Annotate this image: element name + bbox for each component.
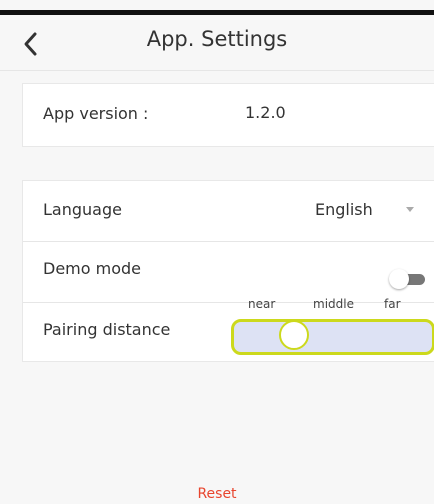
demo-mode-row: Demo mode [23, 242, 434, 303]
app-version-value: 1.2.0 [245, 103, 286, 122]
tick-near: near [248, 297, 276, 311]
language-select[interactable]: English [315, 200, 373, 219]
pairing-distance-label: Pairing distance [43, 320, 171, 339]
slider-handle[interactable] [279, 320, 309, 350]
app-version-row: App version : 1.2.0 [23, 84, 434, 146]
settings-card: Language English Demo mode Pairing dista… [22, 180, 434, 362]
chevron-down-icon [406, 207, 414, 212]
toggle-knob [389, 269, 409, 289]
nav-bar: App. Settings [0, 15, 434, 71]
page-title: App. Settings [146, 27, 288, 51]
reset-button[interactable]: Reset [0, 486, 434, 502]
language-label: Language [43, 200, 122, 219]
demo-mode-toggle[interactable] [389, 269, 427, 289]
tick-middle: middle [313, 297, 354, 311]
demo-mode-label: Demo mode [43, 259, 141, 278]
app-info-card: App version : 1.2.0 [22, 83, 434, 147]
pairing-distance-row: Pairing distance near middle far [23, 297, 434, 361]
pairing-distance-slider[interactable] [231, 319, 434, 355]
tick-far: far [384, 297, 401, 311]
language-row[interactable]: Language English [23, 181, 434, 242]
app-version-label: App version : [43, 104, 149, 123]
